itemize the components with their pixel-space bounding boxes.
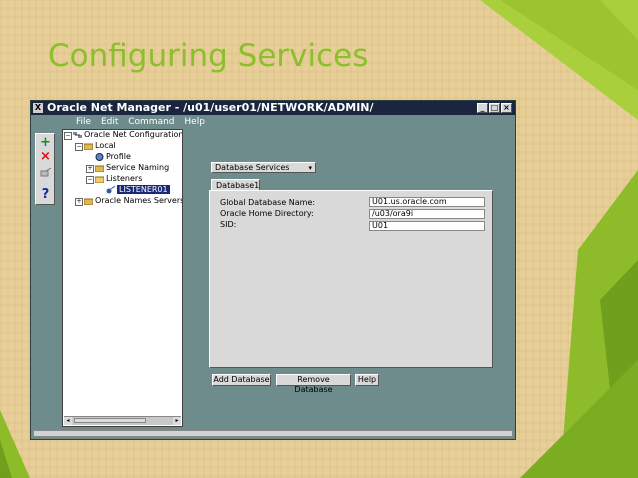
dropdown-value: Database Services — [215, 163, 290, 172]
menu-edit[interactable]: Edit — [101, 117, 118, 127]
wizard-icon[interactable] — [39, 167, 52, 181]
oracle-home-field[interactable]: /u03/ora9i — [369, 209, 485, 219]
global-db-name-field[interactable]: U01.us.oracle.com — [369, 197, 485, 207]
global-db-name-label: Global Database Name: — [220, 198, 316, 207]
window-title: Oracle Net Manager - /u01/user01/NETWORK… — [47, 101, 374, 114]
window-system-icon[interactable]: X — [33, 103, 43, 113]
close-button[interactable]: × — [501, 103, 512, 113]
maximize-button[interactable]: □ — [489, 103, 500, 113]
remove-database-button[interactable]: Remove Database — [276, 374, 351, 394]
window-titlebar[interactable]: X Oracle Net Manager - /u01/user01/NETWO… — [31, 101, 515, 115]
status-bar — [33, 430, 513, 437]
globe-icon — [95, 152, 104, 161]
vertical-toolbar: + × ? — [35, 133, 55, 205]
delete-icon[interactable]: × — [39, 150, 52, 163]
folder-icon — [95, 165, 104, 172]
help-icon[interactable]: ? — [39, 188, 52, 201]
tree-node-oracle-names-servers[interactable]: Oracle Names Servers — [84, 196, 182, 206]
collapse-listeners-icon[interactable]: − — [86, 176, 94, 184]
menu-command[interactable]: Command — [128, 117, 174, 127]
expand-service-naming-icon[interactable]: + — [86, 165, 94, 173]
add-icon[interactable]: + — [39, 136, 52, 149]
navigator-tree: − Oracle Net Configuration − Local Profi… — [62, 129, 183, 427]
expand-names-servers-icon[interactable]: + — [75, 198, 83, 206]
menu-bar: File Edit Command Help — [76, 117, 212, 127]
tree-node-profile[interactable]: Profile — [95, 152, 131, 162]
tree-horizontal-scrollbar[interactable]: ◂ ▸ — [64, 416, 181, 425]
oracle-net-manager-window: X Oracle Net Manager - /u01/user01/NETWO… — [30, 100, 516, 440]
folder-icon — [84, 143, 93, 150]
folder-icon — [84, 198, 93, 205]
listener-icon — [106, 185, 115, 193]
scroll-left-icon[interactable]: ◂ — [64, 417, 72, 425]
scroll-right-icon[interactable]: ▸ — [173, 417, 181, 425]
database-details-panel: Global Database Name: U01.us.oracle.com … — [209, 190, 493, 368]
folder-open-icon — [95, 176, 104, 183]
tree-node-local[interactable]: Local — [84, 141, 116, 151]
sid-field[interactable]: U01 — [369, 221, 485, 231]
view-selector-dropdown[interactable]: Database Services ▾ — [211, 162, 316, 173]
slide-title: Configuring Services — [48, 38, 369, 74]
sid-label: SID: — [220, 220, 237, 229]
collapse-root-icon[interactable]: − — [64, 132, 72, 140]
tree-node-listeners[interactable]: Listeners — [95, 174, 142, 184]
chevron-down-icon: ▾ — [308, 164, 312, 172]
help-button[interactable]: Help — [355, 374, 379, 386]
menu-file[interactable]: File — [76, 117, 91, 127]
tree-node-listener01[interactable]: LISTENER01 — [106, 185, 170, 195]
scroll-thumb[interactable] — [74, 418, 146, 423]
network-icon — [73, 131, 82, 138]
oracle-home-label: Oracle Home Directory: — [220, 209, 314, 218]
add-database-button[interactable]: Add Database — [212, 374, 271, 386]
tree-node-root[interactable]: Oracle Net Configuration — [73, 130, 182, 140]
tree-node-service-naming[interactable]: Service Naming — [95, 163, 169, 173]
collapse-local-icon[interactable]: − — [75, 143, 83, 151]
menu-help[interactable]: Help — [184, 117, 205, 127]
minimize-button[interactable]: _ — [477, 103, 488, 113]
